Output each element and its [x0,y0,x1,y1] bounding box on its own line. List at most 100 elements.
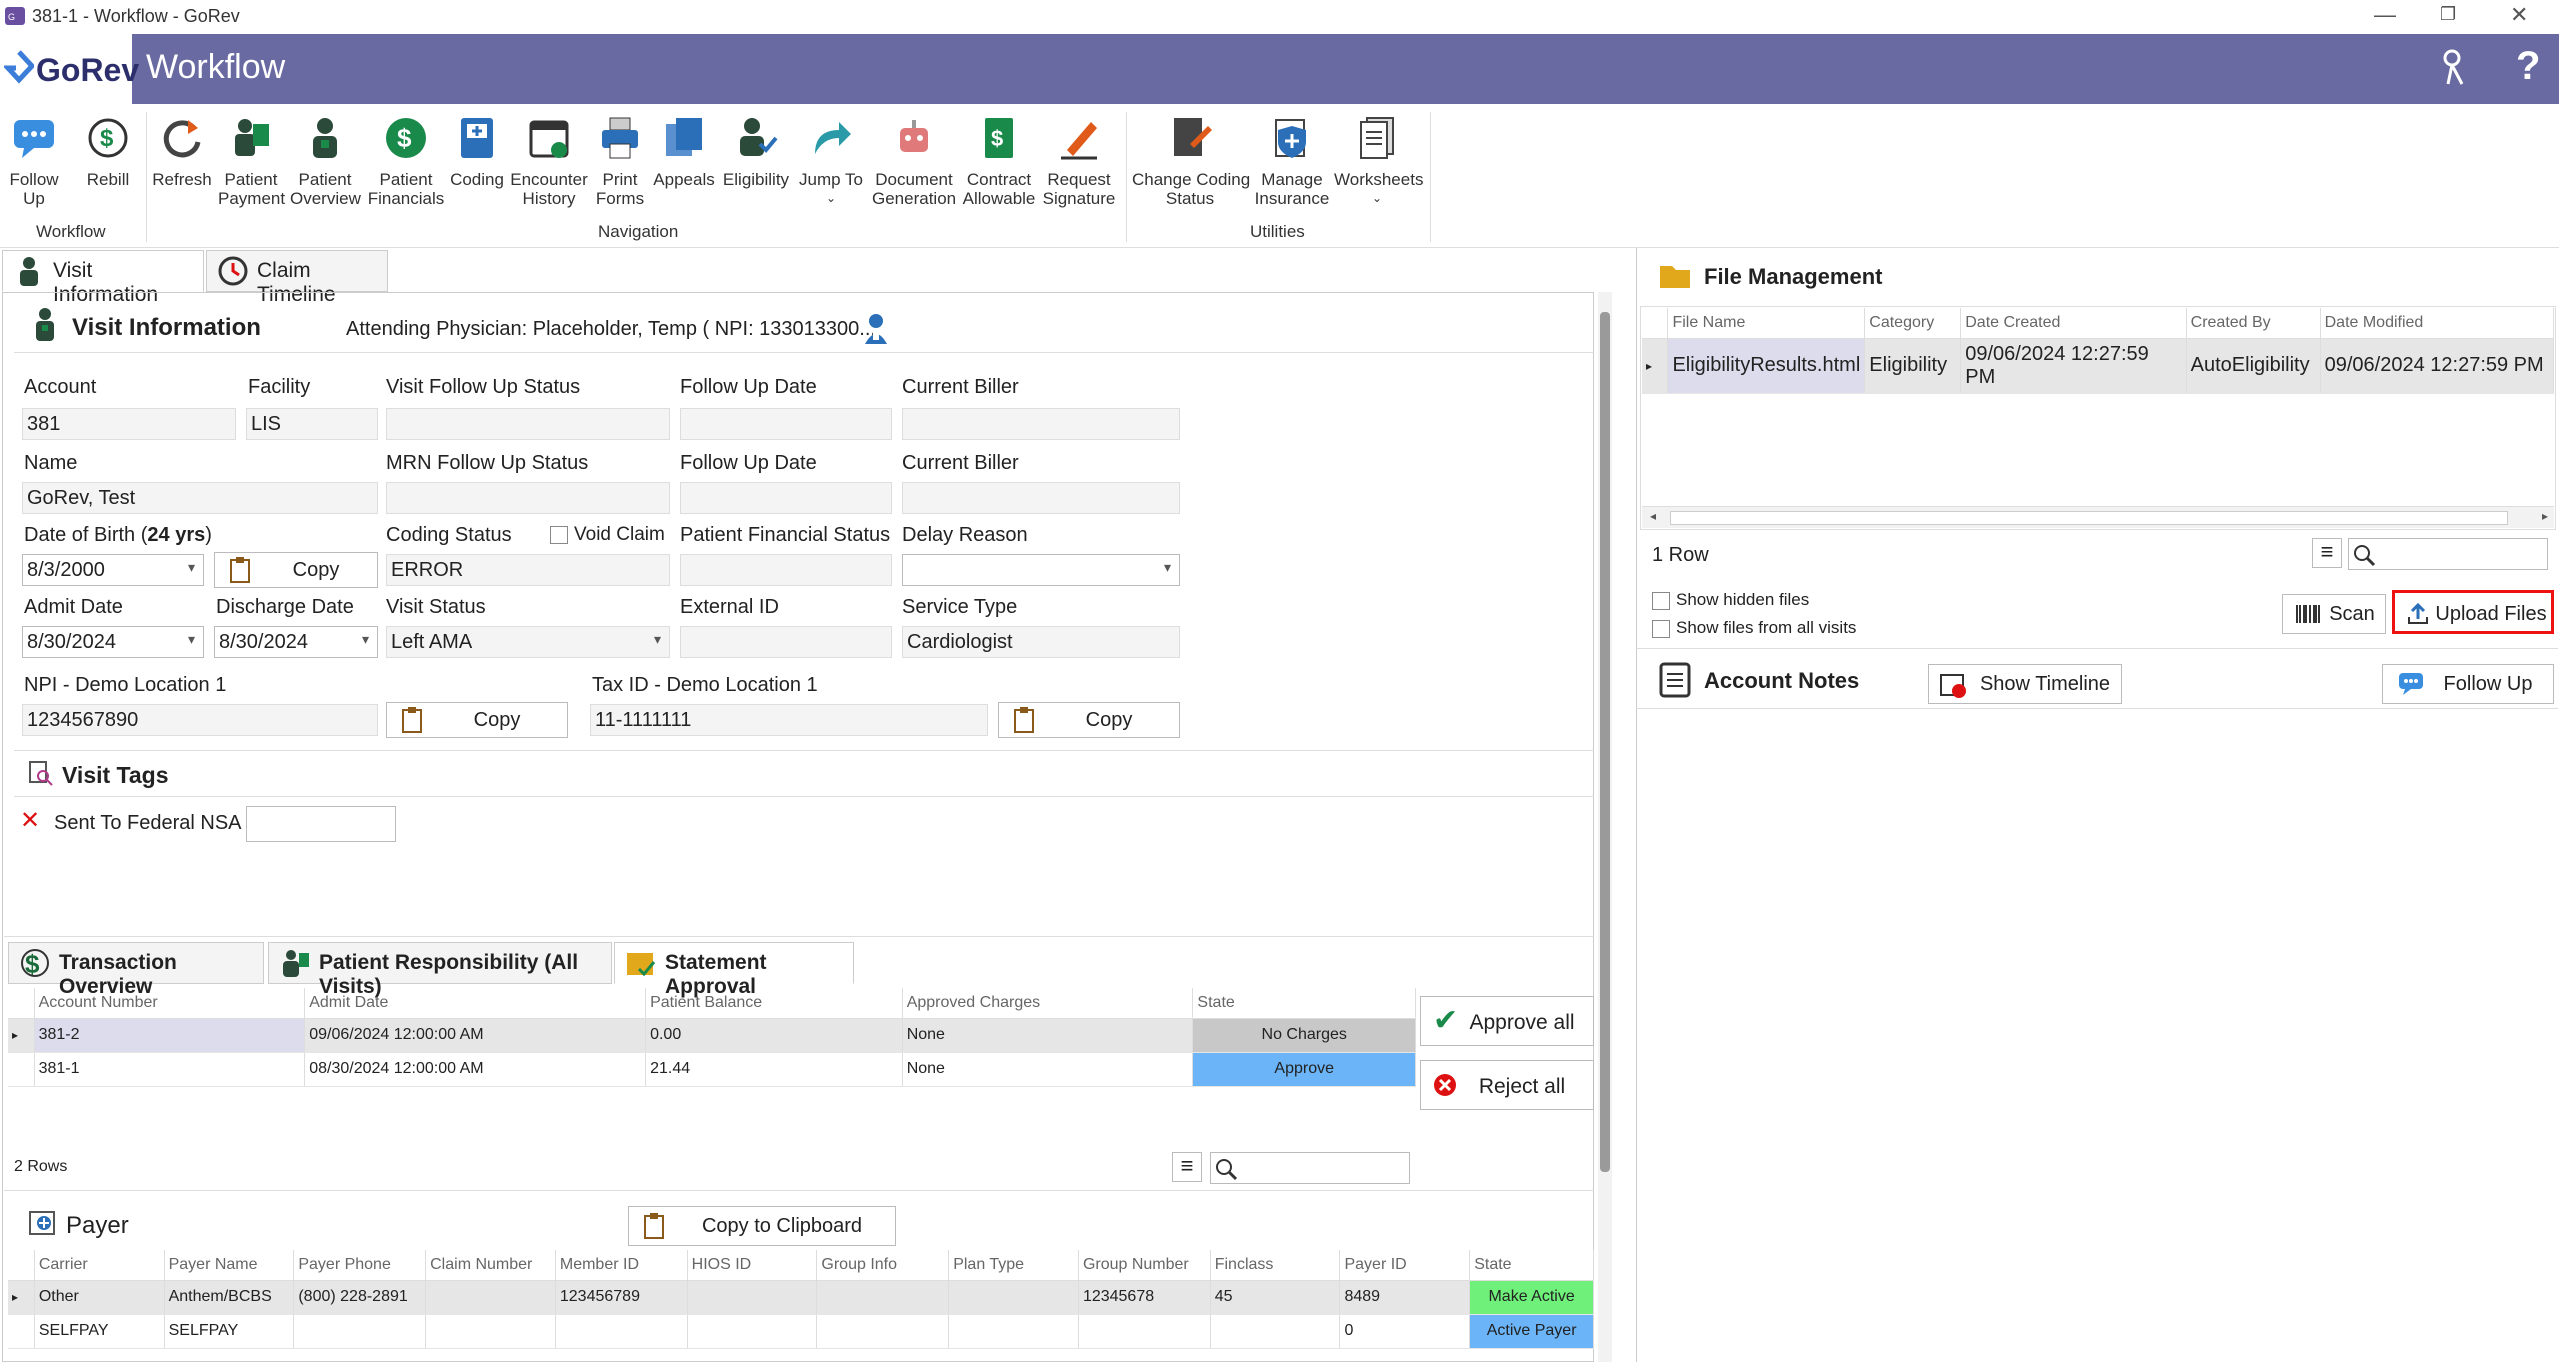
show-hidden-files-checkbox[interactable]: Show hidden files [1652,590,1809,610]
tab-visit-information[interactable]: Visit Information [2,250,204,306]
delay-reason-select[interactable] [902,554,1180,586]
dob-date-picker[interactable]: 8/3/2000 [22,554,204,586]
physician-icon[interactable] [862,312,890,344]
manage-insurance-button[interactable]: Manage Insurance [1252,114,1332,208]
folder-icon [1660,266,1690,288]
jump-to-button[interactable]: Jump To ⌄ [796,114,866,208]
col-payer-id[interactable]: Payer ID [1339,1250,1471,1281]
active-payer-badge[interactable]: Active Payer [1469,1314,1594,1349]
scrollbar-thumb[interactable] [1600,312,1610,1172]
col-payer-name[interactable]: Payer Name [164,1250,295,1281]
change-coding-status-button[interactable]: Change Coding Status [1132,114,1250,208]
coding-button[interactable]: Coding [448,114,506,189]
service-type-field: Cardiologist [902,626,1180,658]
col-group-number[interactable]: Group Number [1078,1250,1211,1281]
remove-tag-icon[interactable]: ✕ [20,806,40,835]
scrollbar-thumb[interactable] [1670,511,2508,525]
contract-allowable-button[interactable]: $ Contract Allowable [960,114,1038,208]
col-finclass[interactable]: Finclass [1210,1250,1341,1281]
grid-menu-icon[interactable]: ≡ [1172,1152,1202,1182]
row-expand-icon[interactable]: ▸ [8,1018,35,1053]
copy-dob-button[interactable]: Copy [214,552,378,588]
col-group-info[interactable]: Group Info [816,1250,950,1281]
statement-search-input[interactable] [1210,1152,1410,1184]
file-name-cell[interactable]: EligibilityResults.html [1667,338,1866,394]
col-category[interactable]: Category [1864,308,1962,339]
show-all-visits-checkbox[interactable]: Show files from all visits [1652,618,1856,638]
visit-status-select[interactable]: Left AMA [386,626,670,658]
approve-all-button[interactable]: ✔ Approve all [1420,996,1594,1046]
col-approved-charges[interactable]: Approved Charges [902,988,1194,1019]
col-file-name[interactable]: File Name [1667,308,1866,339]
void-claim-checkbox[interactable]: Void Claim [550,524,665,546]
encounter-history-button[interactable]: Encounter History [510,114,588,208]
state-approve-button[interactable]: Approve [1192,1052,1416,1087]
col-claim-number[interactable]: Claim Number [425,1250,556,1281]
clipboard-icon [644,1213,664,1239]
chat-bubble-icon [2399,673,2423,695]
col-carrier[interactable]: Carrier [34,1250,165,1281]
keys-icon[interactable] [2440,48,2476,88]
file-search-input[interactable] [2348,538,2548,570]
refresh-button[interactable]: Refresh [152,114,212,189]
table-row[interactable]: ▸ Other Anthem/BCBS (800) 228-2891 12345… [8,1280,1594,1315]
table-row[interactable]: 381-1 08/30/2024 12:00:00 AM 21.44 None … [8,1052,1416,1087]
copy-to-clipboard-button[interactable]: Copy to Clipboard [628,1206,896,1246]
show-timeline-button[interactable]: Show Timeline [1928,664,2122,704]
row-expand-icon[interactable]: ▸ [1642,338,1669,394]
horizontal-scrollbar[interactable]: ◂ ▸ [1642,506,2554,528]
document-generation-button[interactable]: Document Generation [872,114,956,208]
vertical-scrollbar[interactable] [1598,292,1612,1362]
appeals-button[interactable]: Appeals [652,114,716,189]
tab-patient-responsibility[interactable]: Patient Responsibility (All Visits) [268,942,612,998]
copy-tax-id-button[interactable]: Copy [998,702,1180,738]
eligibility-button[interactable]: Eligibility [718,114,794,189]
col-date-modified[interactable]: Date Modified [2320,308,2555,339]
grid-menu-icon[interactable]: ≡ [2312,538,2342,568]
maximize-button[interactable]: ❐ [2440,4,2456,25]
print-forms-button[interactable]: Print Forms [590,114,650,208]
scan-button[interactable]: Scan [2282,594,2386,634]
close-button[interactable]: ✕ [2510,2,2528,28]
table-row[interactable]: ▸ 381-2 09/06/2024 12:00:00 AM 0.00 None… [8,1018,1416,1053]
col-account-number[interactable]: Account Number [34,988,306,1019]
col-admit-date[interactable]: Admit Date [304,988,647,1019]
rebill-button[interactable]: $ Rebill [78,114,138,189]
copy-npi-button[interactable]: Copy [386,702,568,738]
row-expand-icon[interactable]: ▸ [8,1280,35,1315]
request-signature-button[interactable]: Request Signature [1040,114,1118,208]
tab-claim-timeline[interactable]: Claim Timeline [206,250,388,306]
scroll-left-icon[interactable]: ◂ [1650,509,1656,523]
table-row[interactable]: ▸ EligibilityResults.html Eligibility 09… [1642,338,2555,394]
col-state[interactable]: State [1192,988,1416,1019]
patient-overview-button[interactable]: Patient Overview [290,114,361,208]
discharge-date-picker[interactable]: 8/30/2024 [214,626,378,658]
col-payer-state[interactable]: State [1469,1250,1594,1281]
admit-date-picker[interactable]: 8/30/2024 [22,626,204,658]
make-active-button[interactable]: Make Active [1469,1280,1594,1315]
col-member-id[interactable]: Member ID [555,1250,688,1281]
tab-statement-approval[interactable]: Statement Approval [614,942,854,998]
scroll-right-icon[interactable]: ▸ [2542,509,2548,523]
tag-value-input[interactable] [246,806,396,842]
worksheets-button[interactable]: Worksheets ⌄ [1334,114,1423,208]
patient-financials-button[interactable]: $ Patient Financials [366,114,446,208]
col-payer-phone[interactable]: Payer Phone [293,1250,427,1281]
col-created-by[interactable]: Created By [2186,308,2321,339]
col-patient-balance[interactable]: Patient Balance [645,988,903,1019]
upload-files-button[interactable]: Upload Files [2392,590,2554,634]
tab-transaction-overview[interactable]: $ Transaction Overview [8,942,264,998]
follow-up-button[interactable]: Follow Up [6,114,62,208]
col-date-created[interactable]: Date Created [1960,308,2187,339]
state-no-charges[interactable]: No Charges [1192,1018,1416,1053]
col-plan-type[interactable]: Plan Type [948,1250,1079,1281]
minimize-button[interactable]: — [2374,2,2396,28]
notes-follow-up-button[interactable]: Follow Up [2382,664,2554,704]
void-claim-check[interactable] [550,525,568,544]
help-icon[interactable]: ? [2516,44,2540,89]
col-hios-id[interactable]: HIOS ID [687,1250,818,1281]
patient-payment-button[interactable]: Patient Payment [218,114,285,208]
table-row[interactable]: SELFPAY SELFPAY 0 Active Payer [8,1314,1594,1349]
refresh-icon [163,120,201,158]
reject-all-button[interactable]: Reject all [1420,1060,1594,1110]
